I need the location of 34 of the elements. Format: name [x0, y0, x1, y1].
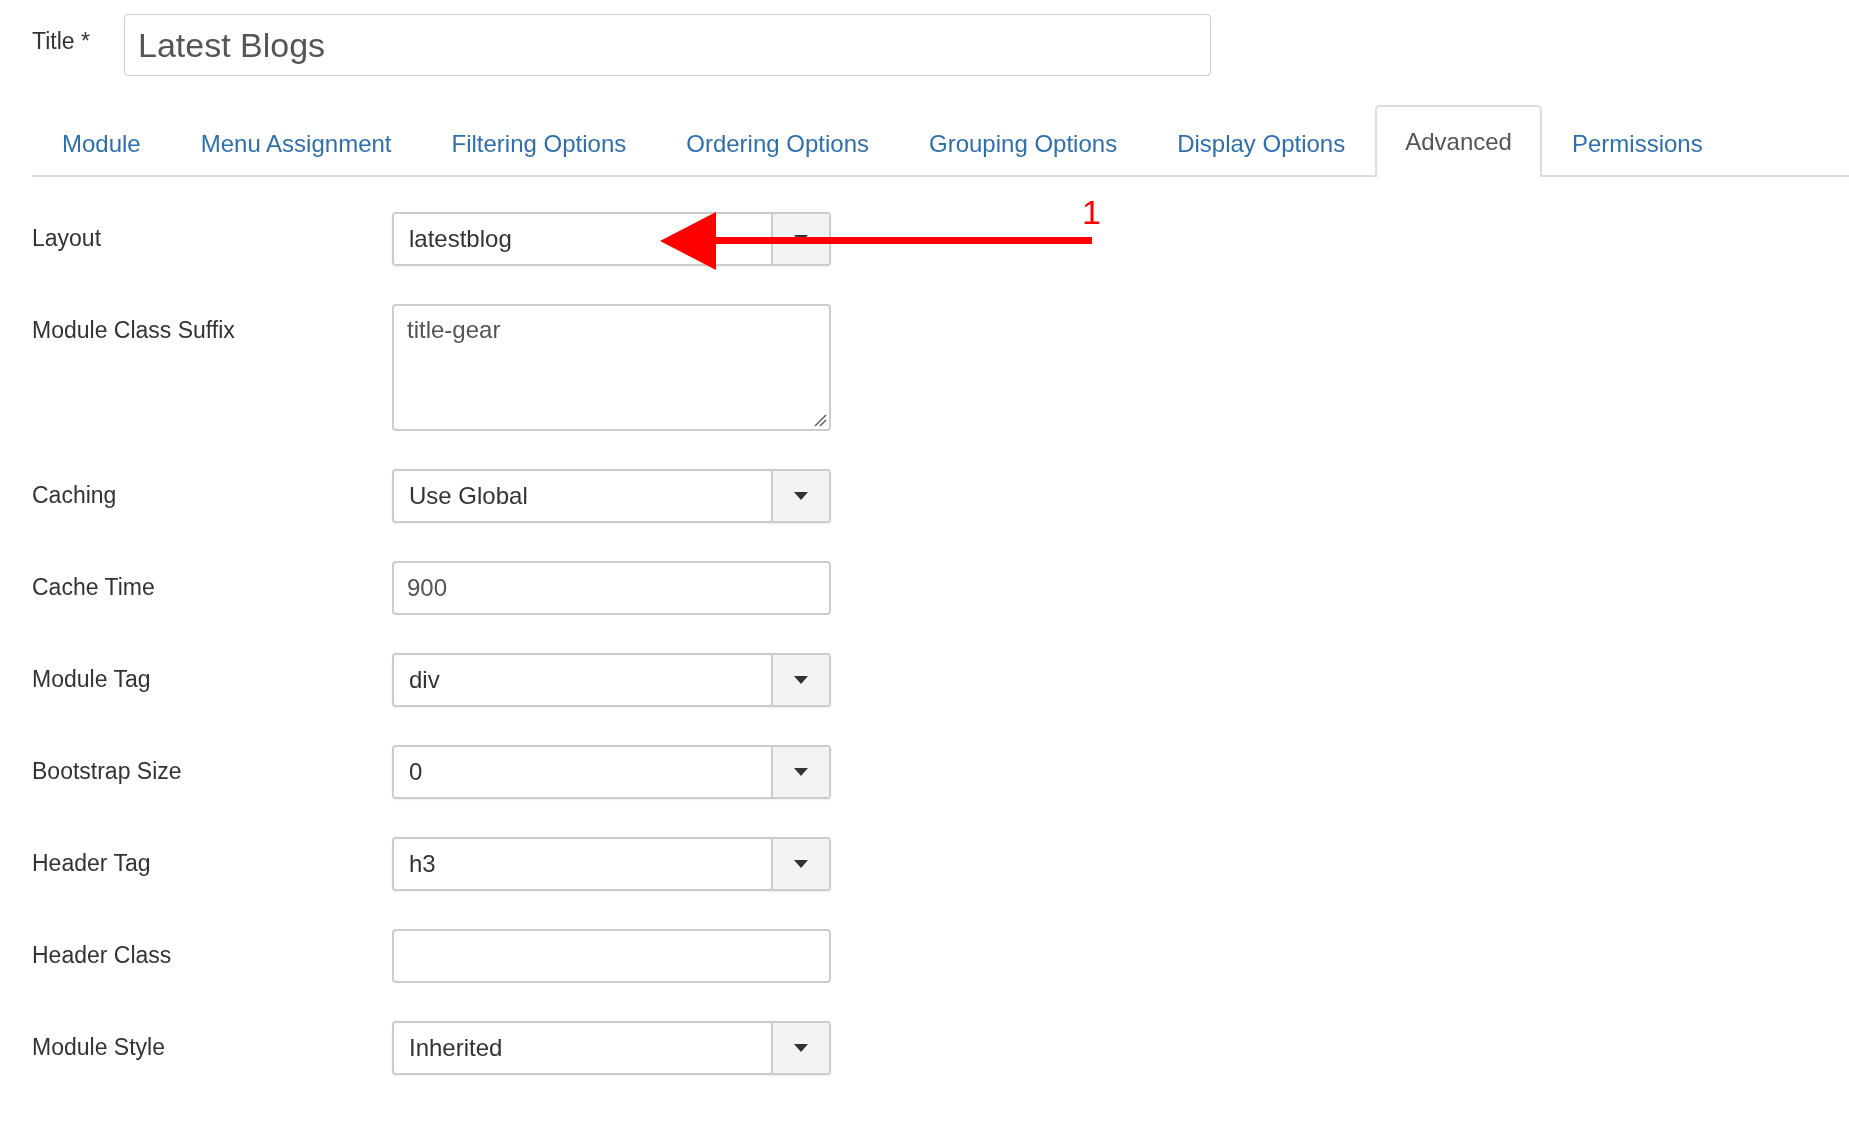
tab[interactable]: Ordering Options — [656, 109, 899, 177]
title-label: Title * — [32, 28, 91, 55]
select-field[interactable]: div — [392, 653, 831, 707]
tab[interactable]: Display Options — [1147, 109, 1376, 177]
tab[interactable]: Permissions — [1541, 109, 1733, 177]
tab[interactable]: Module — [32, 109, 171, 177]
field-label: Header Tag — [32, 849, 152, 877]
field-label: Module Tag — [32, 665, 152, 693]
title-input-field[interactable]: Latest Blogs — [124, 14, 1211, 76]
text-input-field[interactable]: 900 — [392, 561, 831, 615]
field-label: Bootstrap Size — [32, 757, 183, 785]
tab[interactable]: Grouping Options — [899, 109, 1148, 177]
tab[interactable]: Filtering Options — [421, 109, 657, 177]
tab[interactable]: Menu Assignment — [170, 109, 422, 177]
caret-down-icon — [794, 860, 808, 868]
annotation-number: 1 — [1082, 193, 1101, 232]
field-label: Module Style — [32, 1033, 166, 1061]
select-field[interactable]: h3 — [392, 837, 831, 891]
select-field[interactable]: Inherited — [392, 1021, 831, 1075]
text-input-field[interactable] — [392, 929, 831, 983]
field-label: Header Class — [32, 941, 173, 969]
field-label: Caching — [32, 481, 118, 509]
select-field[interactable]: Use Global — [392, 469, 831, 523]
caret-down-icon — [794, 676, 808, 684]
caret-down-icon — [794, 492, 808, 500]
field-label: Module Class Suffix — [32, 316, 236, 344]
resize-grip-icon[interactable] — [813, 413, 827, 427]
caret-down-icon — [794, 768, 808, 776]
textarea-field[interactable]: title-gear — [392, 304, 831, 431]
field-label: Layout — [32, 224, 103, 252]
select-field[interactable]: 0 — [392, 745, 831, 799]
tab[interactable]: Advanced — [1375, 105, 1542, 177]
field-label: Cache Time — [32, 573, 156, 601]
caret-down-icon — [794, 1044, 808, 1052]
